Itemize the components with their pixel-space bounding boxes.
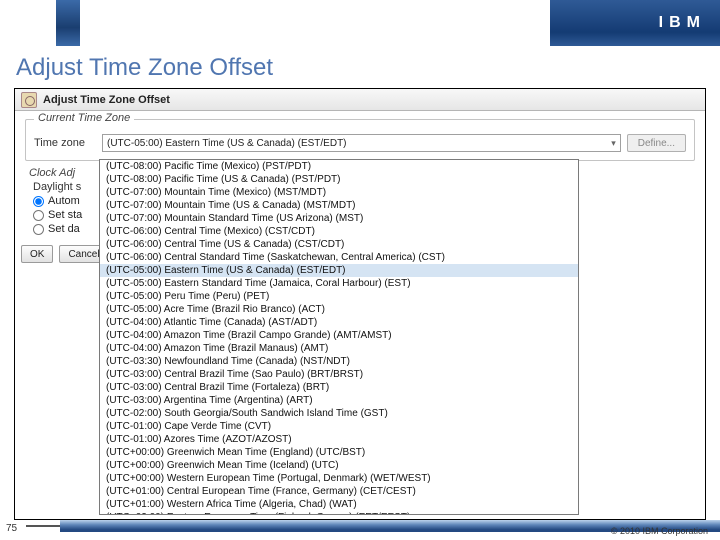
header-band: IBM [0, 0, 720, 46]
header-right: IBM [550, 0, 720, 46]
radio-day[interactable] [33, 224, 44, 235]
radio-start-label: Set sta [48, 209, 82, 221]
ok-button[interactable]: OK [21, 245, 53, 263]
timezone-option[interactable]: (UTC-08:00) Pacific Time (US & Canada) (… [100, 173, 578, 186]
timezone-option[interactable]: (UTC+00:00) Western European Time (Portu… [100, 472, 578, 485]
timezone-option[interactable]: (UTC-06:00) Central Standard Time (Saska… [100, 251, 578, 264]
radio-day-label: Set da [48, 223, 80, 235]
radio-auto[interactable] [33, 196, 44, 207]
group-legend-current: Current Time Zone [34, 112, 134, 124]
slide-title: Adjust Time Zone Offset [0, 46, 720, 84]
timezone-option[interactable]: (UTC-03:00) Argentina Time (Argentina) (… [100, 394, 578, 407]
radio-start[interactable] [33, 210, 44, 221]
ibm-logo: IBM [659, 14, 706, 32]
timezone-option[interactable]: (UTC-06:00) Central Time (Mexico) (CST/C… [100, 225, 578, 238]
footer-copyright: © 2010 IBM Corporation [611, 526, 708, 536]
group-current-timezone: Current Time Zone Time zone (UTC-05:00) … [25, 119, 695, 161]
timezone-option[interactable]: (UTC-05:00) Acre Time (Brazil Rio Branco… [100, 303, 578, 316]
timezone-option[interactable]: (UTC-07:00) Mountain Standard Time (US A… [100, 212, 578, 225]
define-button[interactable]: Define... [627, 134, 686, 152]
timezone-option[interactable]: (UTC-01:00) Azores Time (AZOT/AZOST) [100, 433, 578, 446]
chevron-down-icon: ▾ [611, 138, 616, 149]
timezone-dropdown-list[interactable]: (UTC-08:00) Pacific Time (Mexico) (PST/P… [99, 159, 579, 515]
page-number: 75 [6, 523, 17, 534]
timezone-option[interactable]: (UTC+01:00) Central European Time (Franc… [100, 485, 578, 498]
timezone-option[interactable]: (UTC-03:00) Central Brazil Time (Sao Pau… [100, 368, 578, 381]
timezone-option[interactable]: (UTC-04:00) Amazon Time (Brazil Campo Gr… [100, 329, 578, 342]
header-accent [56, 0, 80, 46]
radio-auto-label: Autom [48, 195, 80, 207]
timezone-option[interactable]: (UTC-06:00) Central Time (US & Canada) (… [100, 238, 578, 251]
timezone-option[interactable]: (UTC-04:00) Amazon Time (Brazil Manaus) … [100, 342, 578, 355]
timezone-option[interactable]: (UTC-03:30) Newfoundland Time (Canada) (… [100, 355, 578, 368]
timezone-select[interactable]: (UTC-05:00) Eastern Time (US & Canada) (… [102, 134, 621, 152]
footer: 75 © 2010 IBM Corporation [0, 504, 720, 540]
footer-tick [26, 525, 60, 527]
timezone-option[interactable]: (UTC-07:00) Mountain Time (Mexico) (MST/… [100, 186, 578, 199]
dialog-panel: Adjust Time Zone Offset Current Time Zon… [14, 88, 706, 520]
timezone-option[interactable]: (UTC-02:00) South Georgia/South Sandwich… [100, 407, 578, 420]
timezone-option[interactable]: (UTC+00:00) Greenwich Mean Time (England… [100, 446, 578, 459]
dialog-titlebar: Adjust Time Zone Offset [15, 89, 705, 111]
timezone-option[interactable]: (UTC-04:00) Atlantic Time (Canada) (AST/… [100, 316, 578, 329]
timezone-option[interactable]: (UTC-05:00) Eastern Standard Time (Jamai… [100, 277, 578, 290]
timezone-label: Time zone [34, 137, 96, 149]
dst-label: Daylight s [33, 181, 85, 193]
timezone-option[interactable]: (UTC-07:00) Mountain Time (US & Canada) … [100, 199, 578, 212]
dialog-title: Adjust Time Zone Offset [43, 94, 170, 106]
timezone-option[interactable]: (UTC+00:00) Greenwich Mean Time (Iceland… [100, 459, 578, 472]
timezone-selected-value: (UTC-05:00) Eastern Time (US & Canada) (… [107, 138, 347, 149]
timezone-option[interactable]: (UTC-05:00) Peru Time (Peru) (PET) [100, 290, 578, 303]
timezone-option[interactable]: (UTC-01:00) Cape Verde Time (CVT) [100, 420, 578, 433]
clock-icon [21, 92, 37, 108]
timezone-option[interactable]: (UTC-05:00) Eastern Time (US & Canada) (… [100, 264, 578, 277]
timezone-option[interactable]: (UTC-03:00) Central Brazil Time (Fortale… [100, 381, 578, 394]
timezone-option[interactable]: (UTC-08:00) Pacific Time (Mexico) (PST/P… [100, 160, 578, 173]
timezone-row: Time zone (UTC-05:00) Eastern Time (US &… [34, 134, 686, 152]
